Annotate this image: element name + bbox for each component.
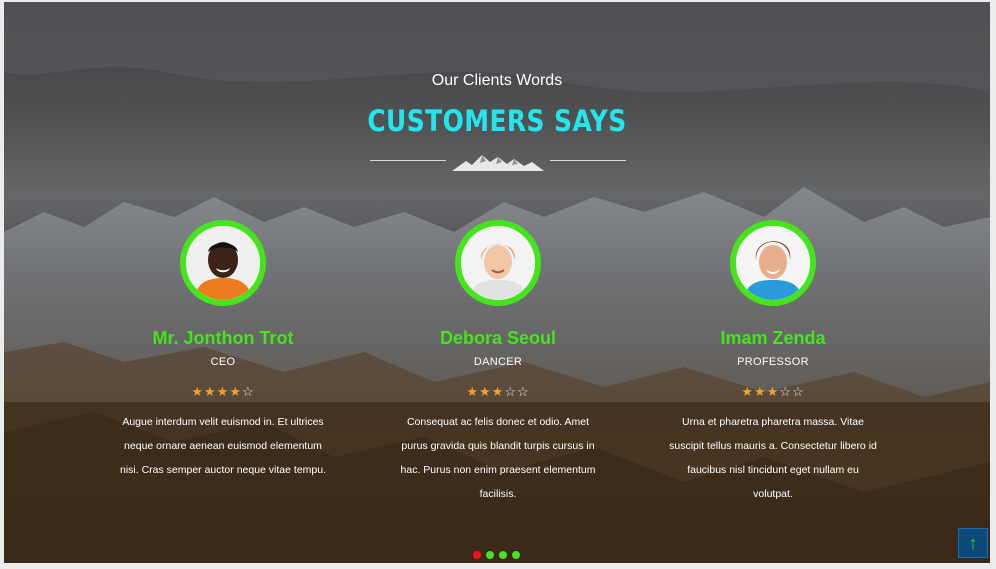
- star-rating: ★★★★☆: [103, 384, 343, 400]
- star-empty-icon: ☆: [791, 384, 805, 399]
- testimonial-quote: Augue interdum velit euismod in. Et ultr…: [119, 416, 327, 476]
- testimonial-card: Mr. Jonthon Trot CEO ★★★★☆ Augue interdu…: [103, 220, 343, 482]
- testimonial-card: Imam Zenda PROFESSOR ★★★☆☆ Urna et phare…: [653, 220, 893, 506]
- carousel-dot[interactable]: [486, 551, 494, 559]
- testimonials-section: Our Clients Words CUSTOMERS SAYS Mr. Jon…: [4, 2, 990, 563]
- carousel-dot[interactable]: [512, 551, 520, 559]
- testimonial-role: PROFESSOR: [737, 356, 809, 368]
- carousel-pagination: [473, 546, 525, 559]
- back-to-top-button[interactable]: ↑: [958, 528, 988, 558]
- testimonial-role: DANCER: [473, 356, 523, 368]
- avatar: [455, 220, 541, 306]
- divider-line-left: [370, 160, 446, 161]
- heading-divider: [370, 152, 626, 172]
- avatar: [180, 220, 266, 306]
- testimonial-role: CEO: [210, 356, 236, 368]
- star-filled-icon: ★: [766, 384, 780, 399]
- avatar: [730, 220, 816, 306]
- star-filled-icon: ★: [191, 384, 205, 399]
- carousel-dot[interactable]: [499, 551, 507, 559]
- star-empty-icon: ☆: [504, 384, 517, 399]
- section-subtitle: Our Clients Words: [431, 72, 563, 89]
- star-filled-icon: ★: [741, 384, 755, 399]
- section-heading: Our Clients Words CUSTOMERS SAYS: [4, 70, 990, 140]
- star-filled-icon: ★: [204, 384, 217, 399]
- testimonial-name: Mr. Jonthon Trot: [152, 328, 294, 348]
- testimonial-card: Debora Seoul DANCER ★★★☆☆ Consequat ac f…: [378, 220, 618, 506]
- star-rating: ★★★☆☆: [653, 384, 893, 400]
- mountain-icon: [452, 155, 544, 171]
- star-filled-icon: ★: [479, 384, 492, 399]
- star-empty-icon: ☆: [516, 384, 530, 399]
- star-filled-icon: ★: [754, 384, 767, 399]
- star-filled-icon: ★: [466, 384, 480, 399]
- carousel-dot[interactable]: [473, 551, 481, 559]
- section-title: CUSTOMERS SAYS: [367, 104, 627, 138]
- arrow-up-icon: ↑: [968, 533, 978, 553]
- star-filled-icon: ★: [229, 384, 242, 399]
- star-filled-icon: ★: [216, 384, 230, 399]
- star-empty-icon: ☆: [241, 384, 255, 399]
- star-rating: ★★★☆☆: [378, 384, 618, 400]
- testimonial-name: Imam Zenda: [720, 328, 826, 348]
- testimonial-quote: Consequat ac felis donec et odio. Amet p…: [400, 416, 596, 500]
- star-filled-icon: ★: [491, 384, 505, 399]
- testimonial-quote: Urna et pharetra pharetra massa. Vitae s…: [669, 416, 877, 500]
- star-empty-icon: ☆: [779, 384, 792, 399]
- divider-line-right: [550, 160, 626, 161]
- testimonial-name: Debora Seoul: [439, 328, 557, 348]
